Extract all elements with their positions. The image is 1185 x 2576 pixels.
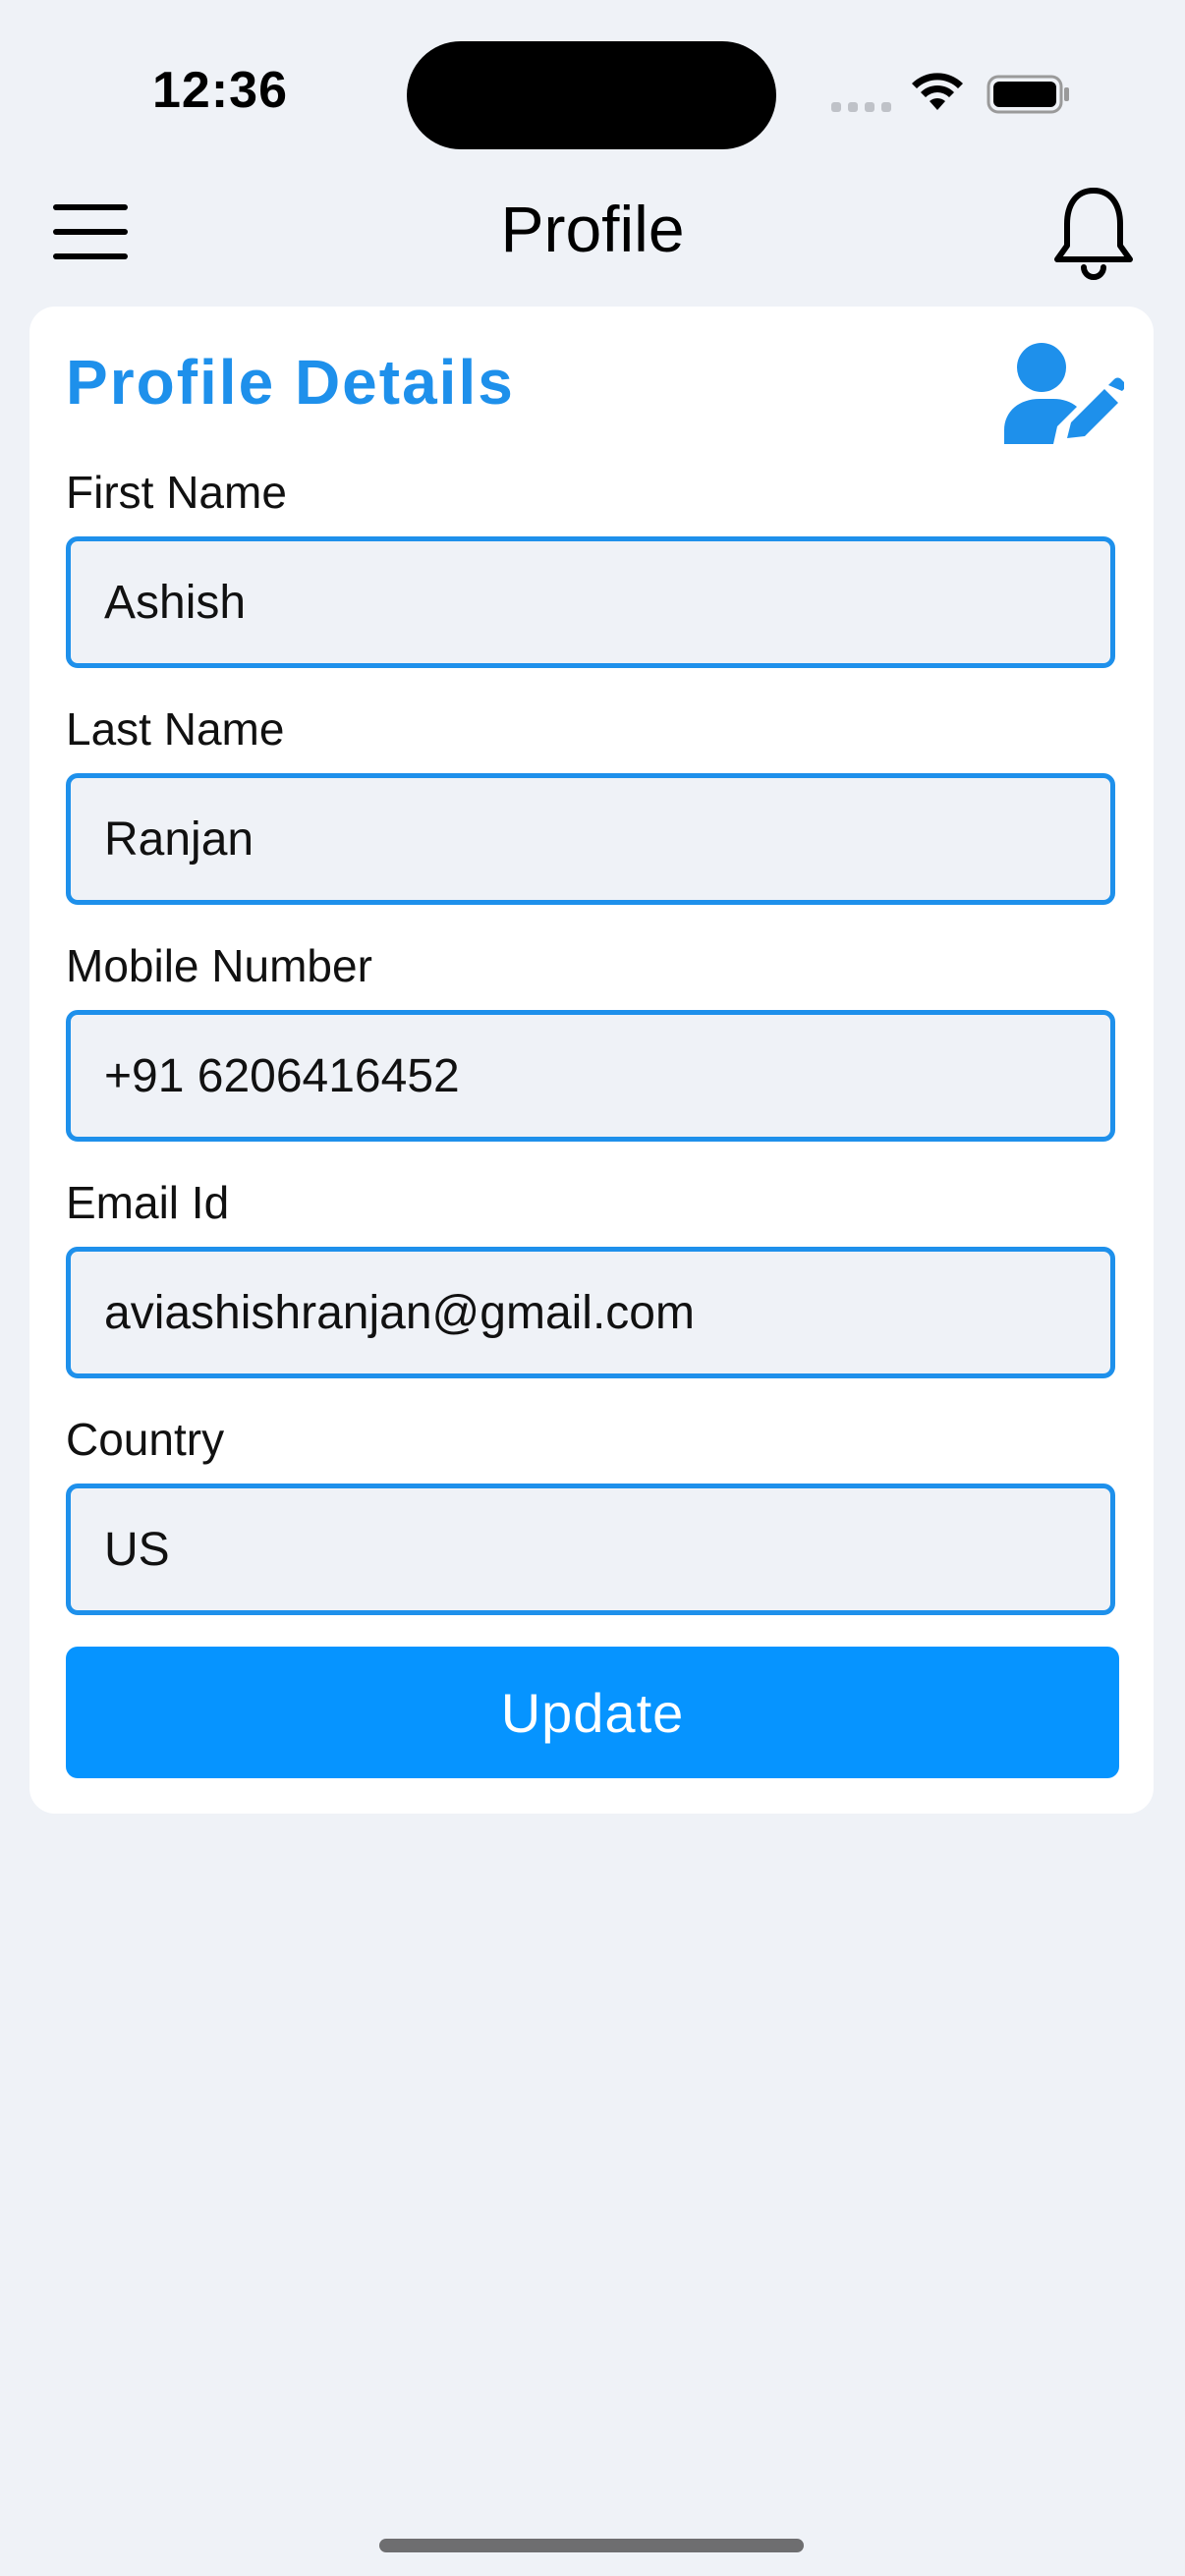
card-title: Profile Details [66,347,515,418]
edit-user-icon[interactable] [1002,340,1124,446]
mobile-number-label: Mobile Number [66,940,372,991]
bell-icon[interactable] [1051,183,1136,281]
country-label: Country [66,1414,225,1465]
country-field[interactable] [66,1484,1115,1615]
wifi-icon [912,73,963,110]
profile-details-card: Profile Details First Name Last Name Mob… [29,307,1154,1814]
last-name-field[interactable] [66,773,1115,905]
home-indicator [379,2539,804,2552]
dynamic-island [407,41,776,149]
status-bar: 12:36 [0,0,1185,157]
mobile-number-field[interactable] [66,1010,1115,1142]
profile-screen: 12:36 Profile Profile Details First Name… [0,0,1185,2576]
last-name-label: Last Name [66,703,285,755]
app-header: Profile [0,157,1185,305]
update-button[interactable]: Update [66,1647,1119,1778]
first-name-field[interactable] [66,536,1115,668]
page-title: Profile [500,193,685,265]
email-label: Email Id [66,1177,230,1228]
battery-icon [987,75,1069,114]
email-field[interactable] [66,1247,1115,1378]
status-time: 12:36 [152,62,288,119]
signal-dots-icon [831,102,891,112]
first-name-label: First Name [66,467,287,518]
status-icons [831,69,1185,118]
